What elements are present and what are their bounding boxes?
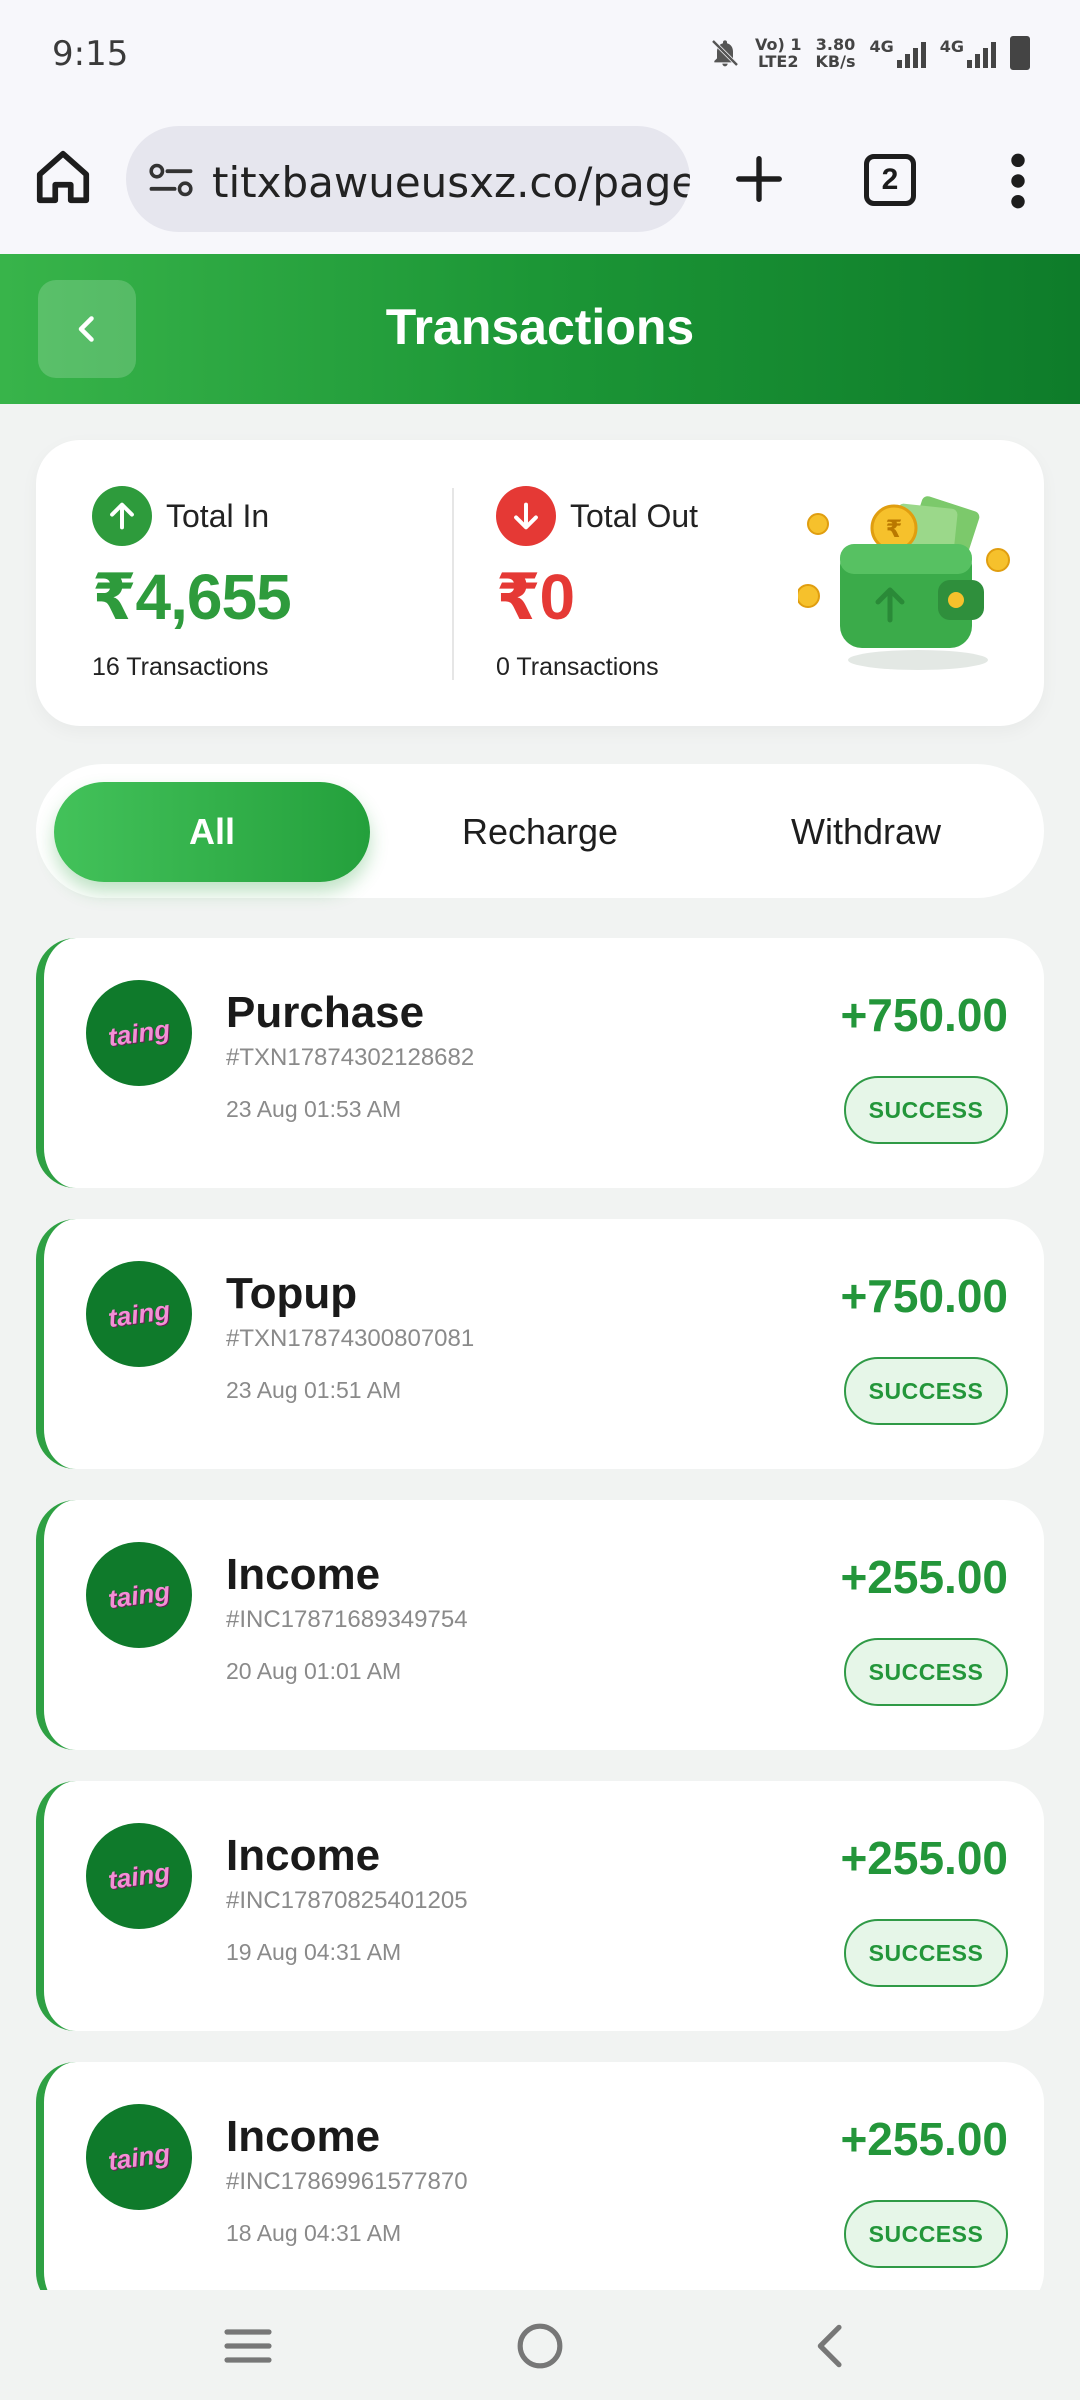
- status-badge: SUCCESS: [844, 2200, 1008, 2268]
- merchant-avatar: taing: [86, 980, 192, 1086]
- merchant-logo: taing: [106, 1856, 172, 1895]
- transaction-id: #TXN17874302128682: [226, 1044, 475, 1071]
- volte-indicator: Vo) 1 LTE2: [755, 36, 802, 70]
- tab-all[interactable]: All: [54, 782, 370, 882]
- total-out-section: Total Out ₹0 0 Transactions: [496, 486, 698, 682]
- summary-card: Total In ₹4,655 16 Transactions Total Ou…: [36, 440, 1044, 726]
- transaction-id: #TXN17874300807081: [226, 1325, 475, 1352]
- url-text[interactable]: titxbawueusxz.co/pages: [212, 158, 690, 207]
- transaction-date: 18 Aug 04:31 AM: [226, 2220, 402, 2246]
- mute-bell-icon: [711, 39, 739, 67]
- transaction-amount: +750.00: [840, 1270, 1008, 1322]
- home-nav-icon[interactable]: [512, 2318, 568, 2374]
- browser-toolbar: titxbawueusxz.co/pages 2: [0, 110, 1080, 254]
- transaction-title: Purchase: [226, 988, 425, 1037]
- total-in-section: Total In ₹4,655 16 Transactions: [92, 486, 292, 682]
- transaction-item[interactable]: taing Income #INC17869961577870 18 Aug 0…: [36, 2062, 1044, 2290]
- net1-label: 4G: [869, 37, 894, 56]
- home-icon[interactable]: [32, 146, 94, 208]
- transaction-item[interactable]: taing Topup #TXN17874300807081 23 Aug 01…: [36, 1219, 1044, 1469]
- status-icons: Vo) 1 LTE2 3.80 KB/s 4G 4G: [709, 36, 1030, 70]
- merchant-avatar: taing: [86, 1542, 192, 1648]
- transaction-amount: +255.00: [840, 2113, 1008, 2165]
- transaction-list: taing Purchase #TXN17874302128682 23 Aug…: [36, 938, 1044, 2290]
- transaction-item[interactable]: taing Income #INC17871689349754 20 Aug 0…: [36, 1500, 1044, 1750]
- merchant-logo: taing: [106, 1294, 172, 1333]
- signal-icon: [896, 38, 926, 68]
- merchant-logo: taing: [106, 2137, 172, 2176]
- tab-recharge[interactable]: Recharge: [382, 782, 698, 882]
- volte-top: Vo) 1: [754, 35, 802, 54]
- status-badge: SUCCESS: [844, 1076, 1008, 1144]
- total-in-count: 16 Transactions: [92, 653, 269, 681]
- transaction-date: 20 Aug 01:01 AM: [226, 1658, 402, 1684]
- total-out-amount: ₹0: [496, 561, 575, 633]
- transaction-amount: +255.00: [840, 1551, 1008, 1603]
- merchant-logo: taing: [106, 1013, 172, 1052]
- transaction-id: #INC17870825401205: [226, 1887, 468, 1914]
- site-settings-icon[interactable]: [148, 162, 194, 198]
- tab-withdraw[interactable]: Withdraw: [708, 782, 1024, 882]
- arrow-down-icon: [496, 486, 556, 546]
- status-bar: 9:15 Vo) 1 LTE2 3.80 KB/s 4G 4G: [0, 0, 1080, 110]
- speed-unit: KB/s: [815, 52, 856, 71]
- signal-icon: [967, 38, 996, 68]
- recent-apps-icon[interactable]: [220, 2318, 276, 2374]
- transaction-title: Income: [226, 1831, 381, 1880]
- transaction-date: 23 Aug 01:53 AM: [226, 1096, 402, 1122]
- transaction-item[interactable]: taing Income #INC17870825401205 19 Aug 0…: [36, 1781, 1044, 2031]
- transaction-title: Topup: [226, 1269, 358, 1318]
- total-in-label: Total In: [166, 497, 270, 534]
- transaction-date: 23 Aug 01:51 AM: [226, 1377, 402, 1403]
- tab-switcher-button[interactable]: 2: [864, 154, 916, 206]
- more-options-icon[interactable]: [1000, 150, 1036, 212]
- arrow-up-icon: [92, 486, 152, 546]
- system-nav-bar: [0, 2290, 1080, 2400]
- status-badge: SUCCESS: [844, 1357, 1008, 1425]
- merchant-avatar: taing: [86, 2104, 192, 2210]
- merchant-logo: taing: [106, 1575, 172, 1614]
- back-nav-icon[interactable]: [804, 2318, 860, 2374]
- total-out-count: 0 Transactions: [496, 653, 659, 681]
- network-type-2: 4G: [940, 38, 996, 68]
- transaction-date: 19 Aug 04:31 AM: [226, 1939, 402, 1965]
- total-out-label: Total Out: [570, 497, 699, 534]
- address-bar[interactable]: titxbawueusxz.co/pages: [126, 126, 690, 232]
- page-title: Transactions: [385, 299, 695, 355]
- filter-tabs: All Recharge Withdraw: [36, 764, 1044, 898]
- status-badge: SUCCESS: [844, 1638, 1008, 1706]
- merchant-avatar: taing: [86, 1261, 192, 1367]
- status-badge: SUCCESS: [844, 1919, 1008, 1987]
- summary-divider: [452, 488, 454, 680]
- transaction-amount: +255.00: [840, 1832, 1008, 1884]
- transaction-id: #INC17869961577870: [226, 2168, 468, 2195]
- transaction-amount: +750.00: [840, 989, 1008, 1041]
- total-in-amount: ₹4,655: [92, 561, 292, 633]
- tab-count: 2: [881, 163, 899, 196]
- wallet-icon: ₹: [798, 496, 1010, 670]
- volte-bottom: LTE2: [757, 52, 799, 71]
- app-header: Transactions: [0, 254, 1080, 404]
- transaction-title: Income: [226, 2112, 381, 2161]
- status-time: 9:15: [52, 34, 129, 74]
- new-tab-icon[interactable]: [732, 152, 786, 206]
- net2-label: 4G: [939, 37, 964, 56]
- network-speed: 3.80 KB/s: [816, 36, 856, 70]
- merchant-avatar: taing: [86, 1823, 192, 1929]
- transaction-title: Income: [226, 1550, 381, 1599]
- transaction-id: #INC17871689349754: [226, 1606, 468, 1633]
- battery-icon: [1010, 36, 1030, 70]
- transaction-item[interactable]: taing Purchase #TXN17874302128682 23 Aug…: [36, 938, 1044, 1188]
- network-type-1: 4G: [869, 37, 926, 68]
- svg-text:₹: ₹: [886, 515, 903, 543]
- speed-value: 3.80: [815, 35, 856, 54]
